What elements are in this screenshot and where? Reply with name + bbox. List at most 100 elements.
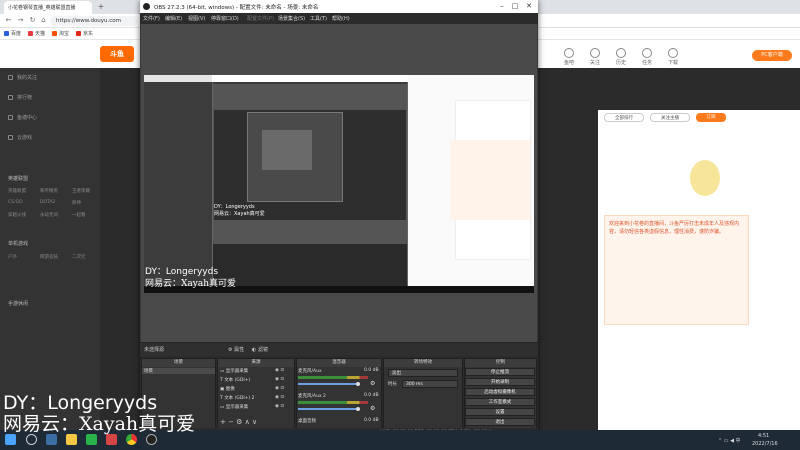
forward-icon[interactable]: →: [16, 16, 25, 25]
menu-file[interactable]: 文件(F): [143, 15, 160, 22]
header-icon-label: 历史: [615, 60, 626, 66]
sidebar-game[interactable]: 二次元: [72, 254, 86, 260]
mixer-channel-name: 桌面音频: [298, 419, 316, 424]
bookmark-baidu[interactable]: 百度: [4, 30, 21, 37]
pc-client-button[interactable]: PC客户端: [752, 50, 792, 61]
properties-button[interactable]: ⚙ 属性: [228, 346, 244, 353]
gear-icon: ⚙: [228, 347, 233, 353]
back-icon[interactable]: ←: [4, 16, 13, 25]
source-label: 显示器采集: [225, 405, 249, 410]
follow-anchor-button[interactable]: 关注主播: [650, 113, 690, 122]
cloud-icon: [8, 135, 13, 140]
bookmark-label: 淘宝: [59, 31, 70, 37]
filters-button[interactable]: ◐ 滤镜: [252, 346, 268, 353]
home-icon[interactable]: ⌂: [39, 16, 48, 25]
start-recording-button[interactable]: 开始录制: [465, 378, 535, 386]
sidebar-game[interactable]: 永劫无间: [40, 212, 58, 218]
taskbar-time: 4:51: [758, 433, 770, 439]
scene-item[interactable]: 场景: [142, 368, 215, 374]
sidebar-game[interactable]: 原神: [72, 200, 81, 206]
sidebar-item-label: 云游戏: [17, 135, 33, 141]
volume-slider[interactable]: [298, 408, 356, 410]
mixer-channel-db: 0.0 dB: [364, 418, 379, 423]
nested-capture-4: [262, 130, 312, 170]
header-follow[interactable]: 关注: [584, 48, 606, 66]
source-toolbar: [140, 342, 538, 356]
sidebar-game[interactable]: 户外: [8, 254, 17, 260]
sidebar-section-lol: 英雄联盟: [8, 176, 29, 182]
mixer-settings-icon[interactable]: ⚙: [370, 405, 375, 412]
minimize-icon[interactable]: –: [496, 1, 508, 12]
source-item[interactable]: ▭ 显示器采集: [220, 368, 248, 374]
mixer-settings-icon[interactable]: ⚙: [370, 380, 375, 387]
settings-button[interactable]: 设置: [465, 408, 535, 416]
source-item[interactable]: ▭ 显示器采集: [220, 404, 248, 410]
menu-profile[interactable]: 配置文件(P): [247, 15, 274, 22]
properties-label: 属性: [234, 347, 245, 353]
menu-view[interactable]: 视图(V): [188, 15, 205, 22]
sidebar-game[interactable]: 网游竞技: [40, 254, 58, 260]
menu-docks[interactable]: 停靠窗口(D): [211, 15, 239, 22]
visibility-eye-icon[interactable]: ◉ ⊡: [275, 377, 284, 382]
menu-tools[interactable]: 工具(T): [310, 15, 327, 22]
menu-edit[interactable]: 编辑(E): [165, 15, 182, 22]
sidebar-game[interactable]: 英雄联盟: [8, 188, 26, 194]
sidebar-item-rank[interactable]: 排行榜: [8, 94, 32, 101]
subscribe-button[interactable]: 订阅: [696, 113, 726, 122]
menu-help[interactable]: 帮助(H): [332, 15, 350, 22]
visibility-eye-icon[interactable]: ◉ ⊡: [275, 404, 284, 409]
visibility-eye-icon[interactable]: ◉ ⊡: [275, 395, 284, 400]
volume-slider-knob[interactable]: [356, 382, 360, 386]
header-icon-label: 鱼吧: [563, 60, 574, 66]
virtual-camera-button[interactable]: 启动虚拟摄像机: [465, 388, 535, 396]
source-item[interactable]: T 文本 (GDI+): [220, 377, 250, 383]
rank-button[interactable]: 全部排行: [604, 113, 644, 122]
reload-icon[interactable]: ↻: [28, 16, 37, 25]
close-icon[interactable]: ✕: [523, 1, 535, 12]
sidebar-item-follow[interactable]: 我的关注: [8, 74, 37, 81]
browser-tab[interactable]: 小花卷钢琴直播_英雄联盟直播: [4, 1, 92, 14]
sidebar-game[interactable]: 穿越火线: [8, 212, 26, 218]
bookmark-jd[interactable]: 京东: [76, 30, 93, 37]
source-item[interactable]: T 文本 (GDI+) 2: [220, 395, 254, 401]
url-input[interactable]: https://www.douyu.com: [50, 16, 138, 26]
bookmark-tmall[interactable]: 天猫: [28, 30, 45, 37]
sidebar-item-cloudgame[interactable]: 云游戏: [8, 134, 32, 141]
volume-slider-knob[interactable]: [356, 407, 360, 411]
sidebar-game[interactable]: 王者荣耀: [72, 188, 90, 194]
site-logo[interactable]: 斗鱼: [100, 46, 134, 62]
transition-select[interactable]: 淡出: [388, 369, 458, 377]
duration-label: 时长: [388, 382, 397, 387]
menu-scene-collection[interactable]: 场景集合(S): [278, 15, 305, 22]
sidebar-item-label: 我的关注: [17, 75, 38, 81]
source-add-remove-icons[interactable]: + − ⚙ ∧ ∨: [220, 418, 257, 426]
exit-button[interactable]: 退出: [465, 418, 535, 426]
header-fishbar[interactable]: 鱼吧: [558, 48, 580, 66]
visibility-eye-icon[interactable]: ◉ ⊡: [275, 386, 284, 391]
sidebar-game[interactable]: 一起看: [72, 212, 86, 218]
source-item[interactable]: ▣ 图像: [220, 386, 235, 392]
new-tab-icon[interactable]: +: [96, 2, 106, 12]
bookmark-taobao[interactable]: 淘宝: [52, 30, 69, 37]
visibility-eye-icon[interactable]: ◉ ⊡: [275, 368, 284, 373]
maximize-icon[interactable]: □: [509, 1, 521, 12]
volume-slider[interactable]: [298, 383, 356, 385]
stop-streaming-button[interactable]: 停止推流: [465, 368, 535, 376]
sidebar-game[interactable]: CS:GO: [8, 200, 23, 205]
duration-input[interactable]: 300 ms: [402, 380, 458, 388]
nested-caption-wy: 网易云：Xayah真可爱: [214, 211, 265, 217]
sidebar-game[interactable]: 和平精英: [40, 188, 58, 194]
mixer-dock-title: 混音器: [297, 359, 381, 367]
nested-obs-title: [212, 75, 408, 82]
header-history[interactable]: 历史: [610, 48, 632, 66]
sidebar-item-pond[interactable]: 鱼塘中心: [8, 114, 37, 121]
tray-icons[interactable]: ⌃ ▭ ◀ 中: [718, 437, 741, 444]
header-task[interactable]: 任务: [636, 48, 658, 66]
bookmark-label: 百度: [11, 31, 22, 37]
studio-mode-button[interactable]: 工作室模式: [465, 398, 535, 406]
input-language[interactable]: 中: [736, 438, 741, 444]
monitor-icon: ▭: [220, 369, 225, 374]
sidebar-game[interactable]: DOTA2: [40, 200, 55, 205]
sidebar-item-label: 鱼塘中心: [17, 115, 38, 121]
header-download[interactable]: 下载: [662, 48, 684, 66]
